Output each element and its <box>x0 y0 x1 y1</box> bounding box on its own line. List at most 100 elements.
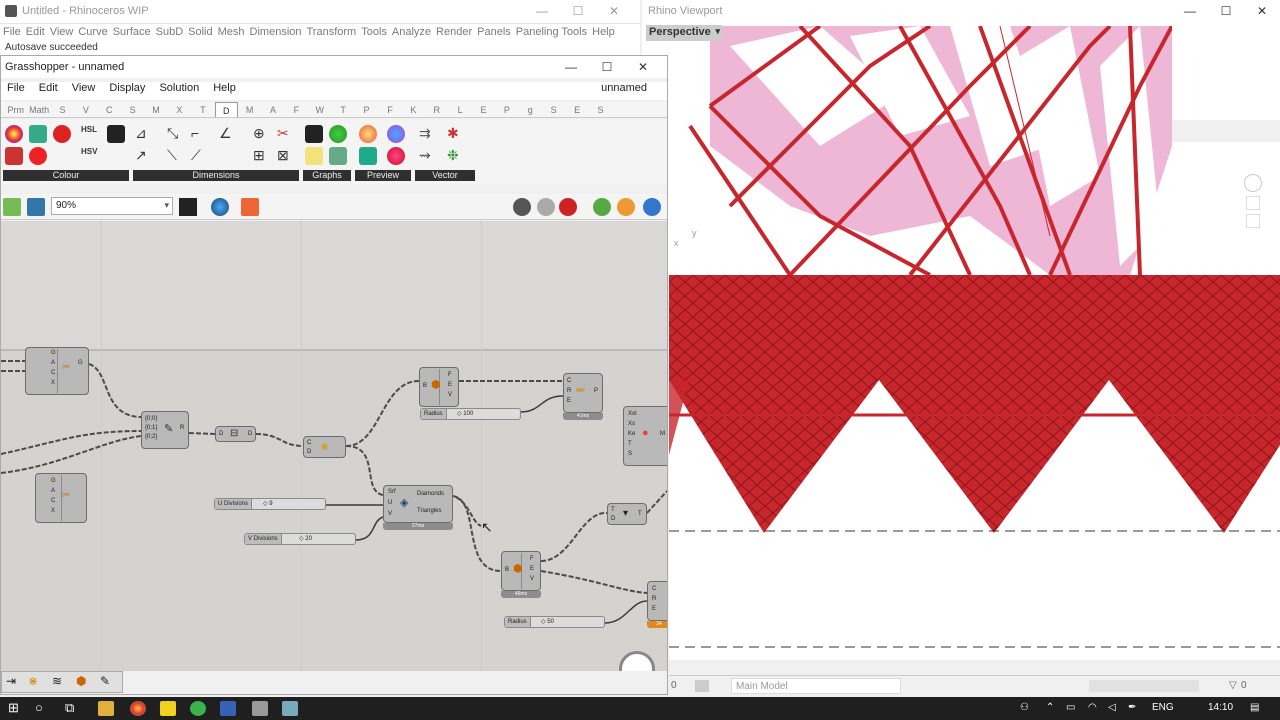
file-explorer-icon[interactable] <box>98 701 114 716</box>
hsv-icon[interactable]: HSV <box>81 147 105 165</box>
colour-red-icon[interactable] <box>53 125 71 143</box>
gh-close-button[interactable]: ✕ <box>625 56 661 80</box>
tab-e2[interactable]: E <box>565 102 588 117</box>
gh-menu-file[interactable]: File <box>7 82 39 100</box>
vp-close-button[interactable]: ✕ <box>1244 0 1280 24</box>
menu-dimension[interactable]: Dimension <box>250 24 307 42</box>
sketch-icon[interactable] <box>241 198 259 216</box>
vp-maximize-button[interactable]: ☐ <box>1208 0 1244 24</box>
component-custom-preview-1[interactable]: XxI Xs Ke T S M ● <box>623 406 667 466</box>
gh-menu-edit[interactable]: Edit <box>39 82 72 100</box>
document-preview-icon[interactable] <box>617 198 635 216</box>
chrome-icon[interactable] <box>130 701 146 716</box>
wireframe-preview-icon[interactable] <box>513 198 531 216</box>
tab-surface[interactable]: S <box>121 102 144 117</box>
tab-math[interactable]: Math <box>27 102 50 117</box>
tab-w[interactable]: W <box>308 102 331 117</box>
tab-p[interactable]: P <box>355 102 378 117</box>
tab-s4[interactable]: S <box>589 102 612 117</box>
component-1[interactable]: G A C X G ✂ <box>25 347 89 395</box>
slider-u-divisions[interactable]: U Divisions ◇ 9 <box>214 498 326 510</box>
maximize-button[interactable]: ☐ <box>560 0 596 24</box>
zoom-extents-icon[interactable] <box>179 198 197 216</box>
colour-rgb-icon[interactable] <box>5 147 23 165</box>
front-viewport[interactable] <box>669 275 1280 660</box>
dim-arc-icon[interactable]: ⟋ <box>191 147 209 165</box>
close-button[interactable]: ✕ <box>596 0 632 24</box>
selected-only-icon[interactable] <box>593 198 611 216</box>
photos-icon[interactable] <box>252 701 268 716</box>
dim-trg-icon[interactable]: ⊿ <box>135 125 153 143</box>
menu-transform[interactable]: Transform <box>307 24 362 42</box>
gh-menu-display[interactable]: Display <box>109 82 159 100</box>
navigation-icon[interactable] <box>1244 174 1262 192</box>
tab-curve[interactable]: C <box>98 102 121 117</box>
tab-a[interactable]: A <box>261 102 284 117</box>
tab-p2[interactable]: P <box>495 102 518 117</box>
layer-select[interactable]: Main Model <box>731 678 901 694</box>
no-preview-icon[interactable] <box>537 198 555 216</box>
preview-eye-icon[interactable] <box>211 198 229 216</box>
tab-e[interactable]: E <box>472 102 495 117</box>
preview-colour-icon[interactable] <box>387 125 405 143</box>
dim-aligned-icon[interactable]: ⌐ <box>191 125 209 143</box>
notifications-icon[interactable]: ▤ <box>1250 702 1259 713</box>
point-list-icon[interactable]: ⇝ <box>419 147 437 165</box>
brep-bar-icon[interactable]: ⬢ <box>76 674 86 688</box>
preview-mesh-icon[interactable] <box>643 198 661 216</box>
vp-minimize-button[interactable]: — <box>1172 0 1208 24</box>
component-panel-preview[interactable]: T D T ▾ <box>607 503 647 525</box>
shaded-preview-icon[interactable] <box>559 198 577 216</box>
tab-intersect[interactable]: X <box>168 102 191 117</box>
tab-g[interactable]: g <box>519 102 542 117</box>
zoom-icon[interactable] <box>1246 196 1260 210</box>
gh-menu-view[interactable]: View <box>72 82 110 100</box>
open-file-icon[interactable] <box>3 198 21 216</box>
custom-preview-icon[interactable] <box>359 125 377 143</box>
people-icon[interactable]: ⚇ <box>1020 702 1029 713</box>
component-data[interactable]: D D ⊟ <box>215 426 256 442</box>
colour-dot-icon[interactable] <box>29 147 47 165</box>
vector-preview-icon[interactable]: ✱ <box>447 125 465 143</box>
gh-menu-solution[interactable]: Solution <box>159 82 213 100</box>
layer-color-icon[interactable] <box>695 680 709 692</box>
tab-l[interactable]: L <box>448 102 471 117</box>
flatten-bar-icon[interactable]: ⋇ <box>28 674 38 688</box>
gh-maximize-button[interactable]: ☐ <box>589 56 625 80</box>
cloud-display-icon[interactable] <box>359 147 377 165</box>
export-icon[interactable]: ⇥ <box>6 674 16 688</box>
bar-graph-icon[interactable] <box>305 147 323 165</box>
clock[interactable]: 14:10 <box>1208 702 1233 713</box>
slider-radius-2[interactable]: Radius ◇ 50 <box>504 616 605 628</box>
menu-panels[interactable]: Panels <box>477 24 516 42</box>
tab-s3[interactable]: S <box>542 102 565 117</box>
tab-k[interactable]: K <box>402 102 425 117</box>
whatsapp-icon[interactable] <box>190 701 206 716</box>
menu-paneling-tools[interactable]: Paneling Tools <box>516 24 592 42</box>
search-icon[interactable]: ○ <box>35 700 43 715</box>
menu-tools[interactable]: Tools <box>361 24 392 42</box>
dim-leader-icon[interactable]: ⊠ <box>277 147 295 165</box>
save-file-icon[interactable] <box>27 198 45 216</box>
slider-v-divisions[interactable]: V Divisions ◇ 20 <box>244 533 356 545</box>
minimize-button[interactable]: — <box>524 0 560 24</box>
vector-display-icon[interactable]: ⇉ <box>419 125 437 143</box>
colour-swatch-icon[interactable] <box>29 125 47 143</box>
tab-f2[interactable]: F <box>378 102 401 117</box>
rhino-taskbar-icon[interactable] <box>220 701 236 716</box>
tab-sets[interactable]: S <box>51 102 74 117</box>
grasshopper-taskbar-icon[interactable] <box>282 701 298 716</box>
component-pipe-1[interactable]: C R E P ✏ <box>563 373 603 413</box>
gh-canvas[interactable]: G A C X G ✂ G A C X ✂ {0;0} {0;1} {0;2} … <box>1 221 667 671</box>
vector-field-icon[interactable]: ❉ <box>447 147 465 165</box>
component-2[interactable]: G A C X ✂ <box>35 473 87 523</box>
tab-vector[interactable]: V <box>74 102 97 117</box>
menu-surface[interactable]: Surface <box>113 24 156 42</box>
menu-subd[interactable]: SubD <box>156 24 189 42</box>
menu-mesh[interactable]: Mesh <box>218 24 250 42</box>
menu-analyze[interactable]: Analyze <box>392 24 436 42</box>
viewport-render[interactable]: y x <box>670 26 1172 275</box>
dim-ordinate-icon[interactable]: ⊞ <box>253 147 271 165</box>
chevron-up-icon[interactable]: ⌃ <box>1046 702 1054 713</box>
colour-wheel-icon[interactable] <box>5 125 23 143</box>
